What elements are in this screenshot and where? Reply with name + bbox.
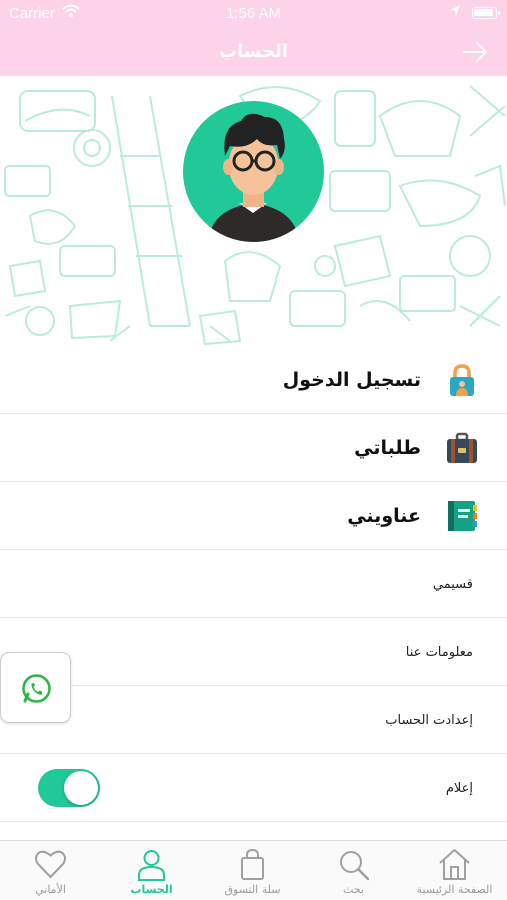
toggle-knob: [64, 771, 98, 805]
briefcase-icon: [445, 431, 479, 465]
menu-item-label: إعدادت الحساب: [385, 713, 473, 728]
menu-item-label: طلباتي: [354, 437, 421, 459]
tab-home[interactable]: الصفحة الرئيسية: [404, 841, 505, 900]
user-avatar-icon: [208, 113, 299, 242]
menu-item-notifications: إعلام: [0, 754, 507, 822]
tab-wishlist[interactable]: الأماني: [0, 841, 101, 900]
menu-item-label: عناويني: [347, 505, 421, 527]
menu-item-label: تسجيل الدخول: [282, 369, 421, 391]
whatsapp-button[interactable]: [0, 652, 71, 723]
profile-header: [0, 76, 507, 346]
search-icon: [340, 851, 370, 881]
tab-label: سلة التسوق: [224, 883, 281, 896]
menu-item-coupons[interactable]: قسيمي: [0, 550, 507, 618]
status-bar: Carrier 1:56 AM: [0, 0, 507, 28]
shopping-bag-icon: [241, 848, 264, 880]
menu-item-label: إعلام: [445, 781, 473, 796]
menu-item-login[interactable]: تسجيل الدخول: [0, 346, 507, 414]
lock-icon: [445, 363, 479, 397]
back-arrow-icon[interactable]: [461, 40, 489, 64]
menu-item-label: معلومات عنا: [405, 645, 473, 660]
tab-label: الأماني: [35, 883, 66, 896]
page-title: الحساب: [218, 41, 289, 62]
address-book-icon: [445, 499, 479, 533]
location-arrow-icon: [449, 4, 461, 22]
tab-account[interactable]: الحساب: [101, 841, 202, 900]
navigation-bar: الحساب: [0, 28, 507, 76]
tab-cart[interactable]: سلة التسوق: [202, 841, 303, 900]
notifications-toggle[interactable]: [38, 769, 100, 807]
whatsapp-icon: [22, 674, 51, 703]
tab-bar: الأماني الحساب سلة التسوق بحث الصفحة الر…: [0, 840, 507, 900]
menu-item-orders[interactable]: طلباتي: [0, 414, 507, 482]
user-icon: [138, 850, 165, 881]
tab-label: بحث: [343, 883, 364, 896]
menu-item-addresses[interactable]: عناويني: [0, 482, 507, 550]
tab-search[interactable]: بحث: [303, 841, 404, 900]
profile-avatar[interactable]: [183, 101, 324, 242]
tab-label: الصفحة الرئيسية: [416, 883, 493, 896]
menu-item-about[interactable]: معلومات عنا: [0, 618, 507, 686]
home-icon: [439, 849, 470, 880]
menu-item-settings[interactable]: إعدادت الحساب: [0, 686, 507, 754]
heart-icon: [35, 850, 66, 879]
clock: 1:56 AM: [225, 5, 282, 22]
tab-label: الحساب: [130, 883, 173, 896]
menu-item-label: قسيمي: [432, 577, 473, 592]
account-menu: تسجيل الدخول طلباتي عناويني قسيمي معلوما…: [0, 346, 507, 822]
battery-icon: [472, 7, 500, 19]
